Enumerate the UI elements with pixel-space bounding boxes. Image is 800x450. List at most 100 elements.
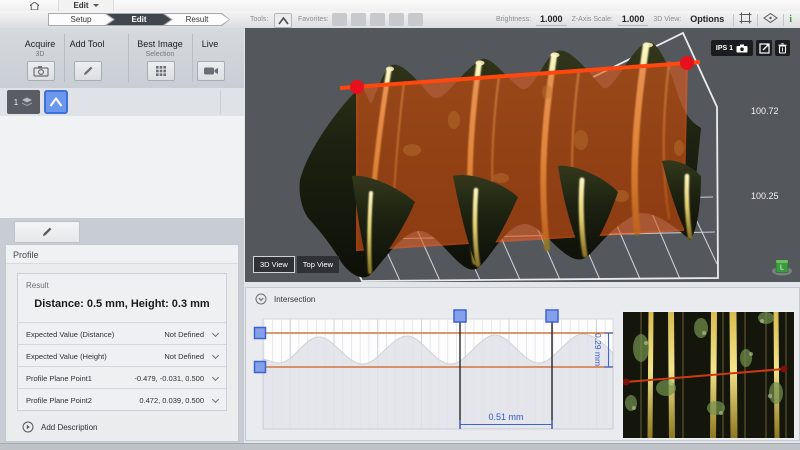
level-handle-upper[interactable]	[255, 328, 266, 339]
favorite-slot-1[interactable]	[332, 13, 347, 26]
3d-view-options-button[interactable]: Options	[686, 14, 728, 25]
row-label: Profile Plane Point1	[26, 374, 92, 383]
z-axis-scale-value[interactable]: 1.000	[618, 14, 649, 26]
grid-icon	[155, 65, 167, 77]
3d-viewport[interactable]: IPS 1 100.72 100.25 3D View Top View L	[245, 28, 800, 282]
add-description-label: Add Description	[41, 423, 97, 432]
cursor-handle-right[interactable]	[546, 310, 558, 322]
edit-menu-label: Edit	[73, 1, 88, 10]
plane-endpoint-2[interactable]	[680, 56, 694, 70]
3d-view-button[interactable]: 3D View	[253, 256, 295, 273]
3d-view-label: 3D View:	[653, 16, 681, 23]
layers-icon	[21, 97, 33, 108]
ips-capture-button[interactable]: IPS 1	[711, 40, 753, 56]
home-button[interactable]	[22, 0, 46, 11]
crop-frame-icon	[739, 12, 752, 24]
application-window: Edit Setup Edit Result Tools: Favorites:	[0, 0, 800, 450]
thumbnail-area	[0, 116, 244, 218]
best-image-button[interactable]	[147, 61, 175, 81]
view-mode-buttons: 3D View Top View	[253, 256, 339, 273]
acquire-label: Acquire	[25, 39, 56, 49]
divider	[128, 34, 129, 82]
tools-label: Tools:	[250, 16, 268, 23]
info-icon[interactable]: i	[789, 14, 792, 25]
wizard-tab-setup[interactable]: Setup	[48, 13, 114, 26]
thumbnail-strip: 1	[0, 88, 244, 117]
profile-row-expected-distance[interactable]: Expected Value (Distance) Not Defined	[18, 322, 226, 345]
profile-row-plane-point2[interactable]: Profile Plane Point2 0.472, 0.039, 0.500	[18, 388, 226, 411]
chevron-down-icon[interactable]	[213, 353, 219, 359]
live-label: Live	[202, 39, 219, 49]
thumbnail-item-1[interactable]: 1	[7, 90, 40, 114]
main-toolbar: Setup Edit Result Tools: Favorites: Brig…	[0, 11, 800, 29]
favorites-label: Favorites:	[298, 16, 329, 23]
profile-row-plane-point1[interactable]: Profile Plane Point1 -0.479, -0.031, 0.5…	[18, 366, 226, 389]
wizard-tab-edit[interactable]: Edit	[106, 13, 172, 26]
profile-curve-icon	[278, 17, 289, 25]
video-camera-icon	[203, 66, 219, 76]
row-value: Not Defined	[164, 330, 204, 339]
acquire-camera-button[interactable]	[27, 61, 55, 81]
divider	[757, 14, 758, 26]
profile-tool-toolbar-button[interactable]	[274, 13, 292, 28]
wizard-tab-result[interactable]: Result	[164, 13, 230, 26]
result-label: Result	[26, 281, 49, 290]
row-label: Profile Plane Point2	[26, 396, 92, 405]
cube-face-label: L	[780, 265, 784, 272]
cursor-handle-left[interactable]	[454, 310, 466, 322]
intersection-panel: Intersection	[245, 287, 800, 441]
fit-region-button[interactable]	[739, 11, 752, 29]
profile-tool-button[interactable]	[44, 90, 68, 114]
edit-annotation-tab[interactable]	[14, 221, 80, 243]
edit-export-icon	[759, 43, 770, 54]
chevron-down-icon[interactable]	[213, 375, 219, 381]
pencil-icon	[41, 226, 53, 238]
favorites-group	[332, 13, 423, 26]
favorite-slot-5[interactable]	[408, 13, 423, 26]
plane-endpoint-1[interactable]	[350, 80, 364, 94]
favorite-slot-4[interactable]	[389, 13, 404, 26]
height-dimension-label: 0.29 mm	[593, 333, 603, 366]
export-button[interactable]	[756, 40, 772, 56]
edit-menu[interactable]: Edit	[58, 0, 114, 11]
profile-result-card: Result Distance: 0.5 mm, Height: 0.3 mm …	[17, 273, 227, 411]
diamond-plane-icon	[763, 12, 778, 24]
expand-arrow-icon	[22, 421, 34, 433]
delete-button[interactable]	[775, 40, 790, 56]
wizard-tab-result-label: Result	[164, 13, 230, 26]
distance-dimension-label: 0.51 mm	[488, 412, 523, 422]
profile-panel-header	[6, 245, 238, 264]
favorite-slot-2[interactable]	[351, 13, 366, 26]
add-tool-button[interactable]	[74, 61, 102, 81]
intersection-content: 0.51 mm 0.29 mm	[246, 288, 799, 440]
row-label: Expected Value (Distance)	[26, 330, 114, 339]
best-image-label: Best Image	[137, 39, 183, 49]
profile-curve-icon	[49, 97, 63, 107]
status-strip	[0, 443, 800, 450]
chevron-down-icon[interactable]	[213, 397, 219, 403]
profile-graph: 0.51 mm 0.29 mm	[255, 310, 614, 429]
favorite-slot-3[interactable]	[370, 13, 385, 26]
plane-view-button[interactable]	[763, 11, 778, 29]
divider	[192, 34, 193, 82]
add-description-button[interactable]: Add Description	[22, 421, 97, 433]
z-axis-scale-label: Z-Axis Scale:	[572, 16, 613, 23]
ips-label: IPS 1	[716, 45, 733, 52]
row-value: 0.472, 0.039, 0.500	[139, 396, 204, 405]
top-view-button[interactable]: Top View	[297, 256, 339, 273]
divider	[220, 90, 221, 114]
divider	[783, 14, 784, 26]
orientation-cube[interactable]: L	[771, 258, 793, 276]
level-handle-lower[interactable]	[255, 362, 266, 373]
chevron-down-icon[interactable]	[213, 331, 219, 337]
divider	[733, 14, 734, 26]
divider	[64, 34, 65, 82]
brightness-value[interactable]: 1.000	[536, 14, 567, 26]
profile-panel-title: Profile	[13, 250, 39, 260]
profile-panel: Profile Result Distance: 0.5 mm, Height:…	[5, 244, 239, 442]
profile-row-expected-height[interactable]: Expected Value (Height) Not Defined	[18, 344, 226, 367]
z-axis-label-lower: 100.25	[751, 191, 779, 201]
thumbnail-index: 1	[14, 98, 18, 107]
viewport-toolbar: IPS 1	[711, 40, 790, 56]
live-button[interactable]	[197, 61, 225, 81]
